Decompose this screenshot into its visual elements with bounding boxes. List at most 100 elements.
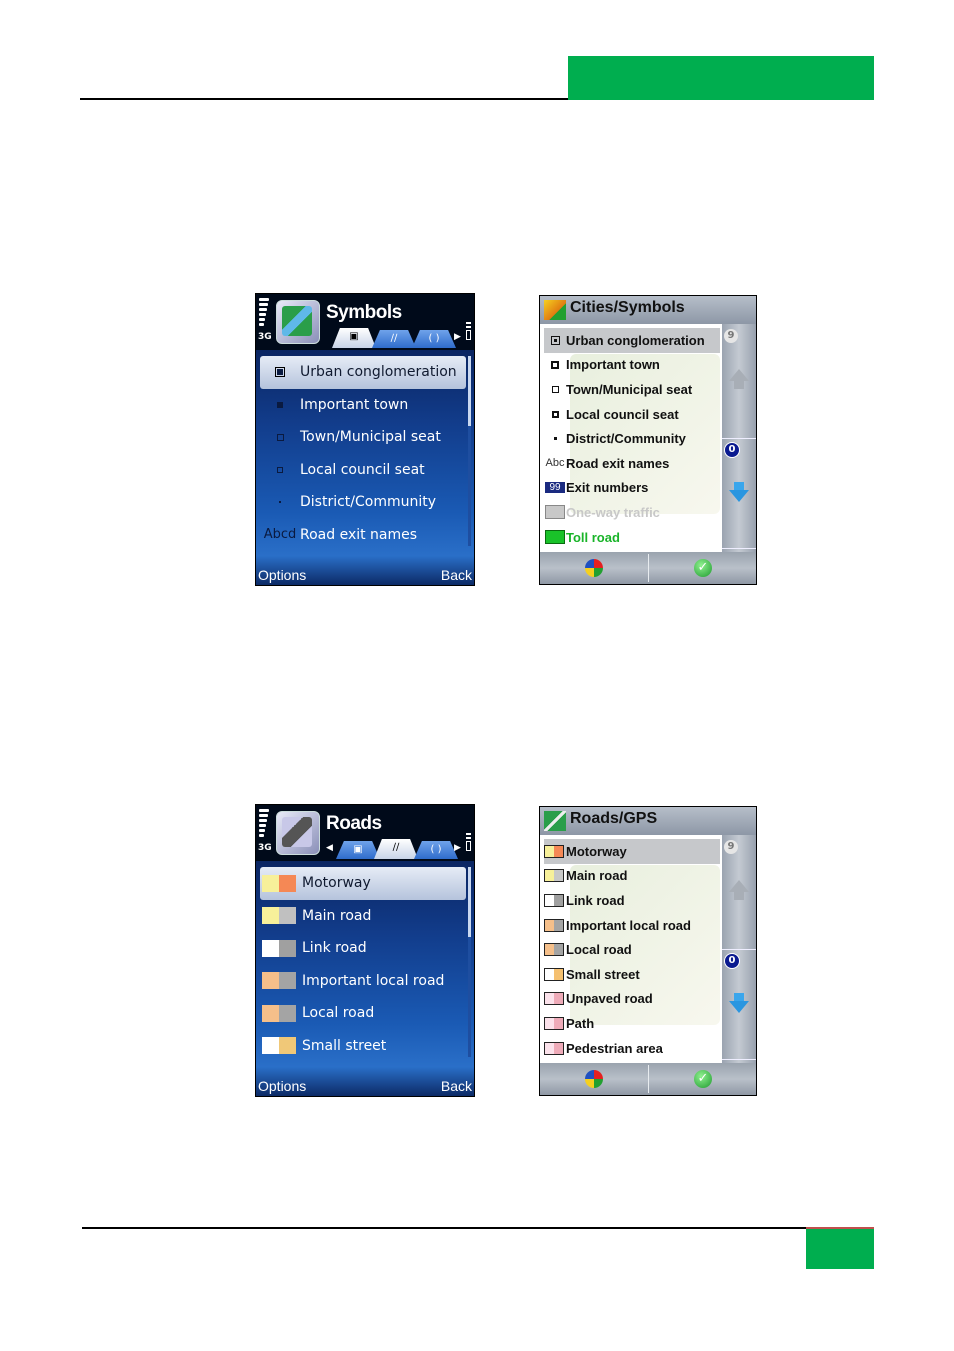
list-item[interactable]: 99 Exit numbers [544,476,720,501]
list-item[interactable]: Toll road [544,525,720,550]
list-item[interactable]: District/Community [544,426,720,451]
list-item-label: Local council seat [566,406,679,422]
scroll-up-icon[interactable] [729,880,749,892]
list-item-label: Main road [302,907,372,924]
district-symbol-icon [260,501,300,504]
screen-title: Roads/GPS [570,810,658,827]
list-item[interactable]: Local road [260,997,466,1030]
district-symbol-icon [553,437,557,441]
back-softkey[interactable]: Back [441,1078,472,1094]
list-item[interactable]: Small street [544,962,720,987]
list-item[interactable]: Main road [260,900,466,933]
scrollbar[interactable] [468,356,471,546]
side-scroll-panel: 9 0 [722,835,756,1063]
tab-prev-arrow-icon[interactable]: ◀ [326,843,333,853]
map-app-icon [276,300,320,344]
list-item[interactable]: Main road [544,864,720,889]
list-item[interactable]: Local council seat [260,454,466,487]
list-item[interactable]: Local council seat [544,402,720,427]
roads-phone-screen: 3G Roads ◀ ▣ ∕∕ ( ) ▶ Motorway Main road… [255,804,475,1097]
road-color-swatch [544,943,564,957]
back-softkey[interactable]: Back [441,567,472,583]
list-item-label: Urban conglomeration [300,364,457,381]
list-item[interactable]: Urban conglomeration [544,328,720,353]
road-color-swatch [262,972,298,990]
list-item[interactable]: Important local road [260,965,466,998]
tab-symbols[interactable]: ▣ [336,841,380,859]
list-item-label: Unpaved road [566,991,653,1007]
list-item-label: Local road [566,942,632,958]
road-color-swatch [544,967,564,981]
list-item-label: Important local road [566,917,691,933]
list-item[interactable]: Link road [544,888,720,913]
list-item[interactable]: Town/Municipal seat [260,421,466,454]
options-softkey[interactable]: Options [258,1078,306,1094]
list-item[interactable]: Link road [260,932,466,965]
color-ball-icon[interactable] [585,559,603,577]
options-softkey[interactable]: Options [258,567,306,583]
road-color-swatch [262,1004,298,1022]
list-item[interactable]: Path [544,1011,720,1036]
list-item[interactable]: Unpaved road [544,987,720,1012]
scroll-down-icon[interactable] [729,1001,749,1013]
list-item[interactable]: Local road [544,937,720,962]
list-item[interactable]: District/Community [260,486,466,519]
tab-bar: ▣ ∕∕ ( ) [336,839,466,859]
list-item[interactable]: Important town [544,353,720,378]
list-item[interactable]: Important town [260,389,466,422]
list-item-label: Important local road [302,972,445,989]
network-label: 3G [258,843,272,853]
list-item[interactable]: Pedestrian area [544,1036,720,1061]
roads-gps-icon [544,811,566,831]
check-icon[interactable]: ✓ [694,559,712,577]
tab-other[interactable]: ( ) [414,841,458,859]
color-ball-icon[interactable] [585,1070,603,1088]
tab-roads[interactable]: ∕∕ [372,330,416,348]
tab-next-arrow-icon[interactable]: ▶ [454,332,461,342]
tab-next-arrow-icon[interactable]: ▶ [454,843,461,853]
list-item-label: Town/Municipal seat [566,381,693,397]
list-item[interactable]: Abc Road exit names [544,451,720,476]
footer-green-block [806,1229,874,1269]
list-item[interactable]: Small street [260,1030,466,1063]
battery-icon [466,833,471,853]
title-bar: Roads/GPS [540,807,756,835]
tab-symbols[interactable]: ▣ [332,328,376,348]
softkey-bar: Options Back [256,563,474,585]
list-item[interactable]: Motorway [544,839,720,864]
list-item-label: Important town [566,357,660,373]
scroll-up-icon[interactable] [729,369,749,381]
list-item[interactable]: Important local road [544,913,720,938]
battery-icon [466,322,471,342]
road-color-swatch [544,893,564,907]
list-item[interactable]: Urban conglomeration [260,356,466,389]
key-0-badge: 0 [724,442,740,458]
roads-gps-screen: Roads/GPS Motorway Main road Link road I… [539,806,757,1096]
list-item[interactable]: One-way traffic [544,500,720,525]
municipal-symbol-icon [551,385,559,393]
list-item-label: Local council seat [300,461,425,478]
road-color-swatch [544,1016,564,1030]
tab-other[interactable]: ( ) [412,330,456,348]
scrollbar[interactable] [468,867,471,1057]
road-color-swatch [262,1037,298,1055]
list-item[interactable]: Town/Municipal seat [544,377,720,402]
scroll-down-icon[interactable] [729,490,749,502]
list-item-label: One-way traffic [566,504,660,520]
toll-road-swatch [545,530,565,545]
list-item-label: Motorway [566,843,627,859]
urban-symbol-icon [260,367,300,378]
tab-roads[interactable]: ∕∕ [374,839,418,859]
road-color-swatch [262,939,298,957]
road-color-swatch [544,918,564,932]
list-item[interactable]: Abcd Road exit names [260,519,466,552]
list-item[interactable]: Motorway [260,867,466,900]
list-item-label: Road exit names [566,455,670,471]
signal-strength-icon [259,809,269,839]
check-icon[interactable]: ✓ [694,1070,712,1088]
municipal-symbol-icon [260,433,300,441]
list-item-label: District/Community [300,494,437,511]
scroll-up-stem [734,892,744,900]
list-item-label: Motorway [302,875,371,892]
scroll-down-stem [734,993,744,1001]
